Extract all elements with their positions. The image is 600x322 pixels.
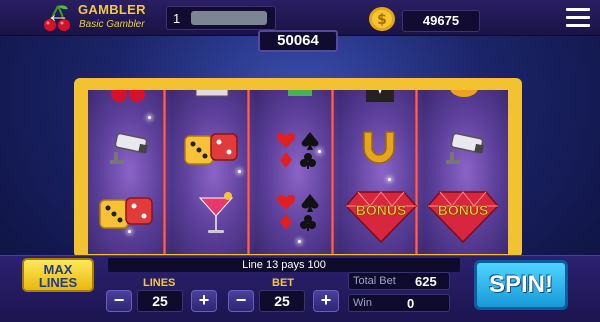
win-value: 0 xyxy=(407,296,415,311)
lines-increase-button[interactable]: + xyxy=(191,290,217,312)
lines-value: 25 xyxy=(137,290,183,312)
symbol-partial-icon xyxy=(195,90,229,97)
dice-icon xyxy=(99,197,153,229)
sparkle xyxy=(128,230,131,233)
reel-divider xyxy=(163,90,166,254)
dice-icon xyxy=(184,133,238,165)
reel-divider xyxy=(247,90,250,254)
sparkle xyxy=(298,240,301,243)
bet-label: BET xyxy=(272,277,294,289)
horseshoe-icon xyxy=(363,131,395,164)
win-box: Win 0 xyxy=(348,294,450,312)
reel-divider xyxy=(331,90,334,254)
security-camera-icon xyxy=(110,132,148,164)
level-box: 1 xyxy=(166,6,276,30)
menu-icon[interactable] xyxy=(566,8,590,28)
cube-partial-icon xyxy=(288,90,312,96)
coin-balance: 49675 xyxy=(402,10,480,32)
sparkle xyxy=(318,150,321,153)
lines-decrease-button[interactable]: − xyxy=(106,290,132,312)
spin-button[interactable]: SPIN! xyxy=(474,260,568,310)
jackpot-counter: 50064 xyxy=(258,30,338,52)
total-bet-value: 625 xyxy=(415,274,437,289)
total-bet-label: Total Bet xyxy=(353,275,396,287)
bonus-label: BONUS xyxy=(438,202,489,218)
tuxedo-icon xyxy=(366,90,394,102)
bonus-diamond-icon: BONUS xyxy=(426,191,500,244)
back-arrow-icon[interactable]: ← xyxy=(46,3,70,27)
coin-icon[interactable]: $ xyxy=(368,6,396,32)
slot-reels: BONUS BONUS xyxy=(88,90,508,254)
bet-increase-button[interactable]: + xyxy=(313,290,339,312)
cherries-icon xyxy=(111,90,145,102)
max-lines-button[interactable]: MAX LINES xyxy=(22,258,94,292)
win-label: Win xyxy=(353,297,372,309)
sparkle xyxy=(388,178,391,181)
cocktail-icon xyxy=(198,192,234,233)
lines-label: LINES xyxy=(143,277,176,289)
sparkle xyxy=(148,116,151,119)
orange-partial-icon xyxy=(450,90,478,97)
total-bet-box: Total Bet 625 xyxy=(348,272,450,290)
bet-value: 25 xyxy=(259,290,305,312)
bonus-label: BONUS xyxy=(356,202,407,218)
card-suits-icon xyxy=(276,132,319,169)
card-suits-icon xyxy=(276,194,319,231)
bet-decrease-button[interactable]: − xyxy=(228,290,254,312)
security-camera-icon xyxy=(446,132,484,164)
xp-progress-bar xyxy=(191,11,267,25)
svg-text:$: $ xyxy=(377,12,387,28)
player-rank: Basic Gambler xyxy=(79,19,145,30)
level-number: 1 xyxy=(173,11,181,26)
sparkle xyxy=(238,170,241,173)
payline-message: Line 13 pays 100 xyxy=(108,258,460,272)
brand-name: GAMBLER xyxy=(78,2,146,17)
bonus-diamond-icon: BONUS xyxy=(344,191,418,244)
